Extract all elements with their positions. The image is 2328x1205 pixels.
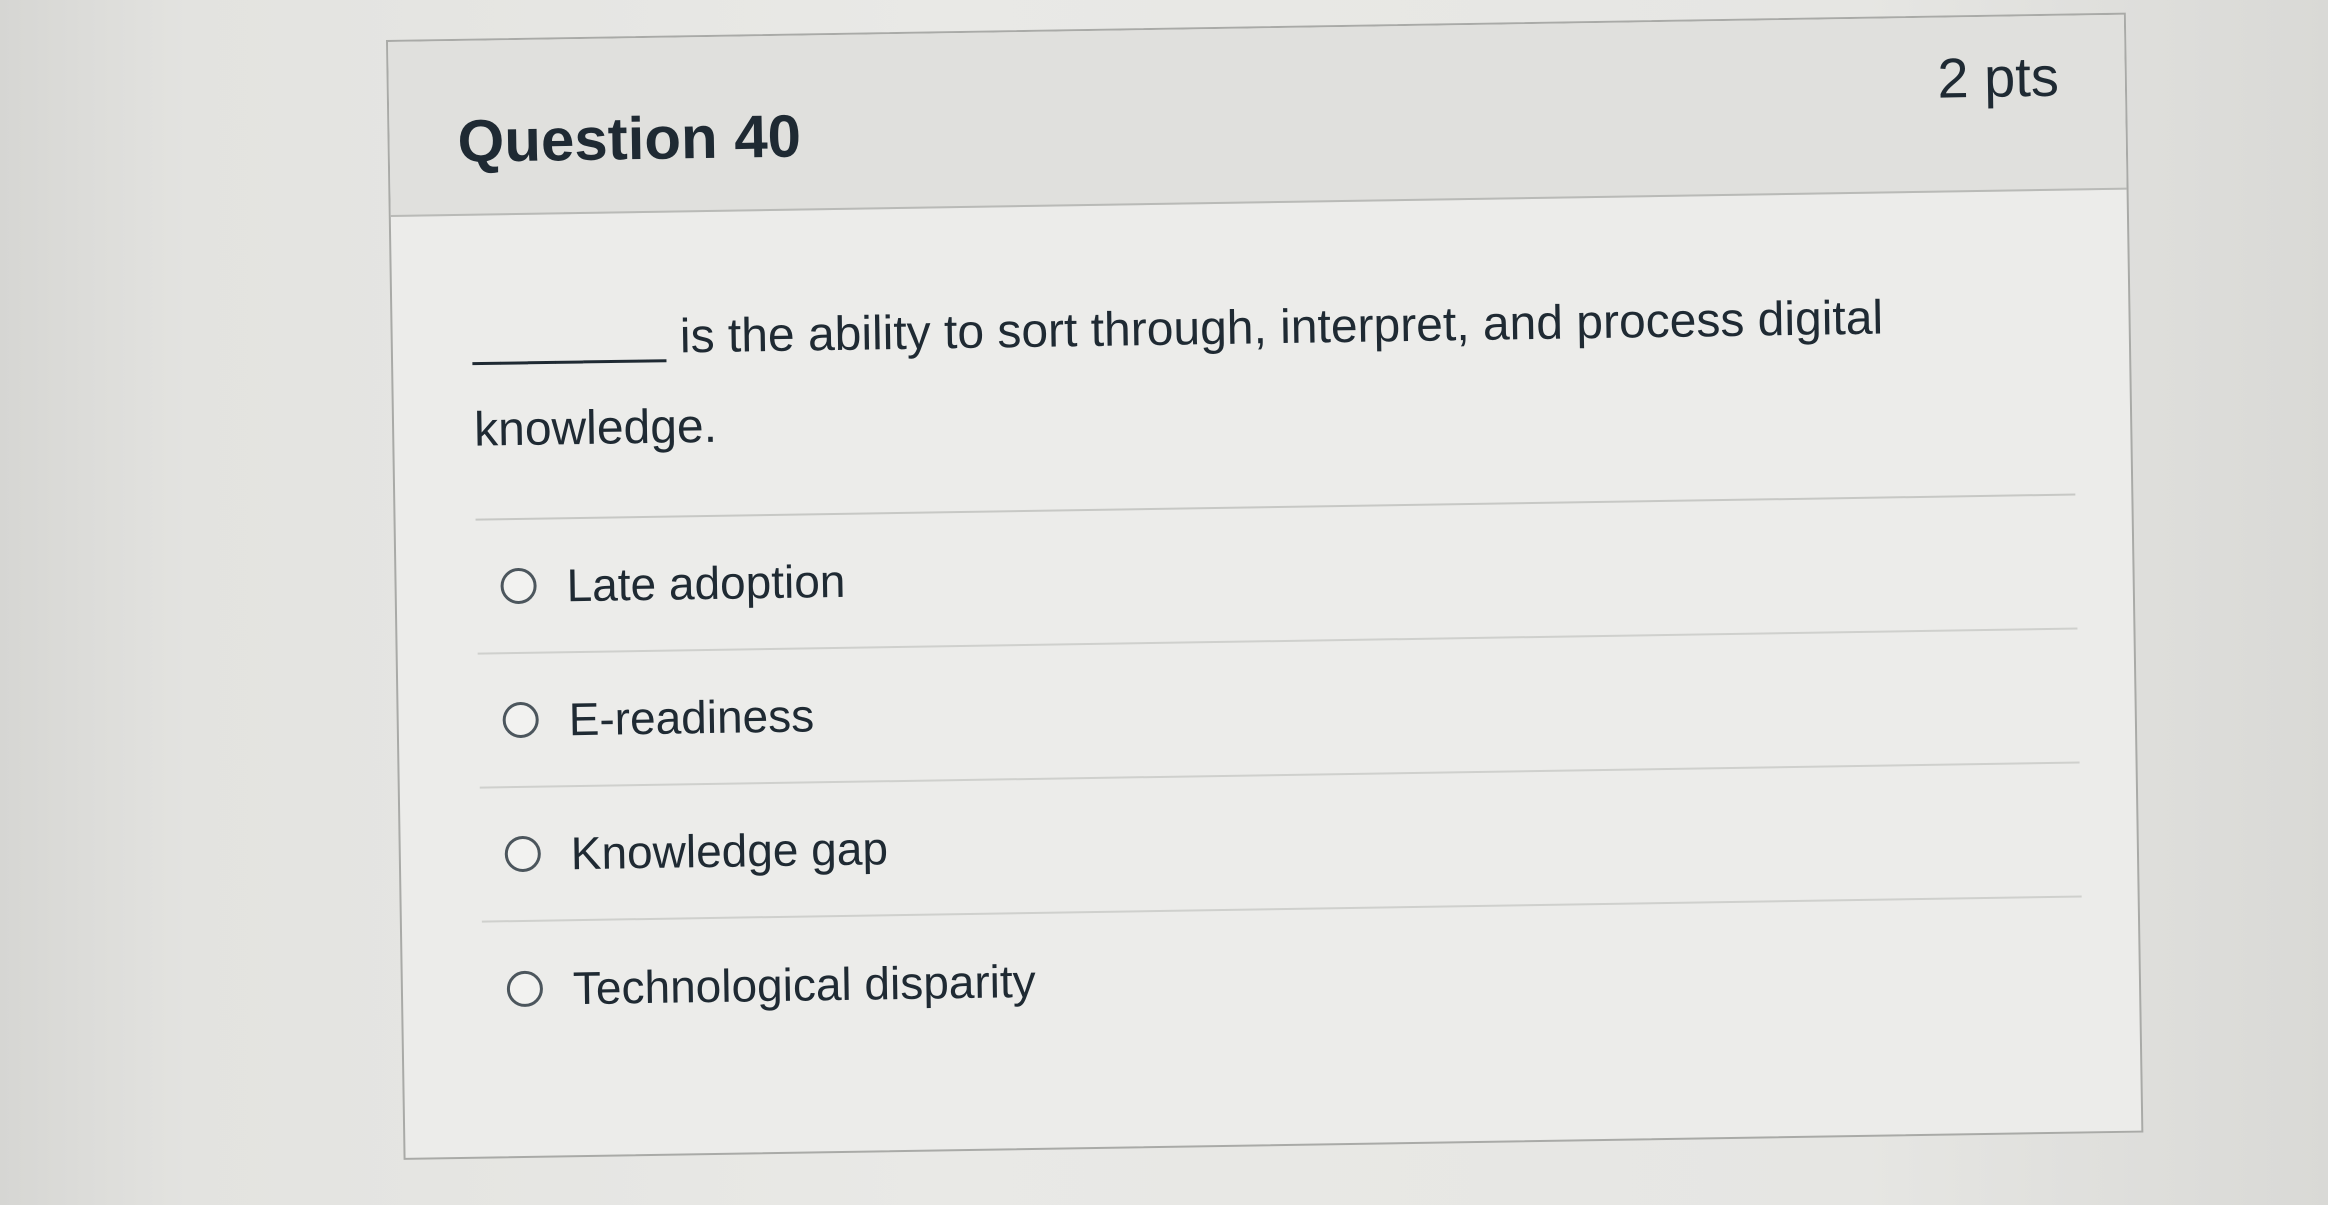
- radio-button[interactable]: [502, 701, 539, 739]
- question-title: Question 40: [457, 102, 802, 175]
- radio-button[interactable]: [504, 835, 542, 873]
- answer-option[interactable]: Late adoption: [475, 495, 2078, 655]
- radio-button[interactable]: [500, 567, 537, 605]
- question-points: 2 pts: [1936, 44, 2060, 110]
- answer-option[interactable]: E-readiness: [477, 629, 2080, 789]
- radio-button[interactable]: [506, 970, 544, 1008]
- answer-label: E-readiness: [568, 689, 815, 746]
- answer-option[interactable]: Technological disparity: [482, 897, 2084, 1056]
- question-blank: _______: [472, 310, 667, 367]
- question-text: _______ is the ability to sort through, …: [472, 270, 2095, 475]
- question-card: Question 40 2 pts _______ is the ability…: [386, 12, 2144, 1160]
- question-header: Question 40 2 pts: [388, 14, 2127, 217]
- answer-label: Late adoption: [566, 554, 846, 612]
- answer-option[interactable]: Knowledge gap: [479, 763, 2082, 923]
- answer-label: Knowledge gap: [570, 822, 889, 880]
- answer-label: Technological disparity: [572, 954, 1037, 1015]
- answer-list: Late adoption E-readiness Knowledge gap …: [475, 493, 2084, 1057]
- question-text-body: is the ability to sort through, interpre…: [473, 291, 1884, 457]
